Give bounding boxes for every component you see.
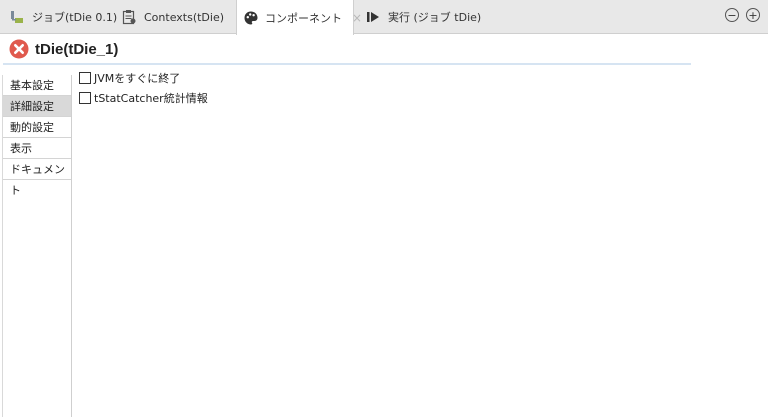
tab-contexts[interactable]: Contexts(tDie) (120, 0, 224, 34)
tstatcatcher-checkbox[interactable] (79, 92, 91, 104)
option-tstatcatcher: tStatCatcher統計情報 (79, 90, 208, 106)
palette-icon (243, 9, 259, 27)
maximize-icon[interactable]: + (746, 8, 760, 22)
sidebar-item-documentation[interactable]: ドキュメント (3, 159, 71, 197)
tab-run[interactable]: 実行 (ジョブ tDie) (364, 0, 481, 34)
tab-label: Contexts(tDie) (144, 10, 225, 24)
component-header: tDie(tDie_1) (3, 35, 691, 65)
sidebar-item-view[interactable]: 表示 (3, 138, 71, 159)
exit-jvm-checkbox[interactable] (79, 72, 91, 84)
component-title: tDie(tDie_1) (35, 40, 119, 58)
sidebar-item-dynamic-settings[interactable]: 動的設定 (3, 117, 71, 138)
tstatcatcher-label: tStatCatcher統計情報 (94, 92, 208, 105)
tab-label: ジョブ(tDie 0.1) (32, 11, 118, 24)
settings-sidebar: 基本設定 詳細設定 動的設定 表示 ドキュメント (2, 75, 72, 417)
sidebar-item-basic-settings[interactable]: 基本設定 (3, 75, 71, 96)
error-icon (9, 39, 29, 59)
tab-component[interactable]: コンポーネント × (236, 0, 362, 35)
exit-jvm-label: JVMをすぐに終了 (94, 72, 181, 85)
tab-job[interactable]: ジョブ(tDie 0.1) (8, 0, 117, 34)
tab-label: コンポーネント (265, 11, 342, 25)
option-exit-jvm: JVMをすぐに終了 (79, 70, 180, 86)
tab-label: 実行 (ジョブ tDie) (388, 11, 482, 24)
close-icon[interactable]: × (352, 11, 362, 25)
run-icon (364, 8, 382, 26)
contexts-icon (120, 8, 138, 26)
sidebar-item-advanced-settings[interactable]: 詳細設定 (3, 96, 71, 117)
minimize-icon[interactable]: − (725, 8, 739, 22)
job-icon (8, 8, 26, 26)
editor-tab-bar: ジョブ(tDie 0.1) Contexts(tDie) コンポーネント × 実… (0, 0, 768, 35)
